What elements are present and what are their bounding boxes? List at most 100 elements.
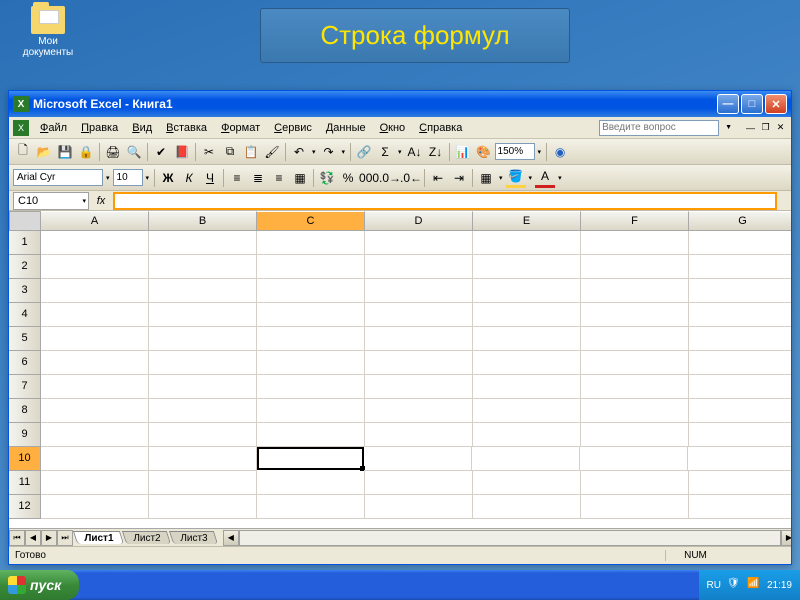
col-header-E[interactable]: E [473, 211, 581, 231]
help-icon[interactable]: ◉ [550, 142, 570, 162]
tab-nav-next-icon[interactable]: ▶ [41, 530, 57, 546]
cell-B11[interactable] [149, 471, 257, 495]
fill-color-icon[interactable]: 🪣 [506, 168, 526, 188]
sheet-tab-1[interactable]: Лист1 [73, 531, 124, 544]
cell-C9[interactable] [257, 423, 365, 447]
cell-G1[interactable] [689, 231, 791, 255]
sort-asc-icon[interactable]: A↓ [405, 142, 425, 162]
cell-E10[interactable] [472, 447, 580, 471]
merge-center-icon[interactable]: ▦ [290, 168, 310, 188]
menu-data[interactable]: Данные [319, 119, 373, 137]
cell-F9[interactable] [581, 423, 689, 447]
cell-F6[interactable] [581, 351, 689, 375]
increase-indent-icon[interactable]: ⇥ [449, 168, 469, 188]
doc-minimize-button[interactable]: ― [744, 122, 757, 134]
undo-dropdown[interactable]: ▾ [310, 148, 318, 156]
cell-E4[interactable] [473, 303, 581, 327]
col-header-C[interactable]: C [257, 211, 365, 231]
percent-icon[interactable]: % [338, 168, 358, 188]
borders-icon[interactable]: ▦ [476, 168, 496, 188]
zoom-box[interactable]: 150% [495, 143, 535, 160]
formula-input[interactable] [113, 192, 777, 210]
align-right-icon[interactable]: ≡ [269, 168, 289, 188]
cell-D2[interactable] [365, 255, 473, 279]
cell-D8[interactable] [365, 399, 473, 423]
spelling-icon[interactable]: ✔ [151, 142, 171, 162]
col-header-G[interactable]: G [689, 211, 791, 231]
cell-A12[interactable] [41, 495, 149, 519]
comma-icon[interactable]: 000 [359, 168, 379, 188]
menu-insert[interactable]: Вставка [159, 119, 214, 137]
align-left-icon[interactable]: ≡ [227, 168, 247, 188]
font-color-dropdown[interactable]: ▾ [556, 174, 564, 182]
titlebar[interactable]: X Microsoft Excel - Книга1 ― □ ✕ [9, 91, 791, 117]
row-header-1[interactable]: 1 [9, 231, 41, 255]
row-header-12[interactable]: 12 [9, 495, 41, 519]
cell-F7[interactable] [581, 375, 689, 399]
cell-E2[interactable] [473, 255, 581, 279]
col-header-F[interactable]: F [581, 211, 689, 231]
cell-D3[interactable] [365, 279, 473, 303]
format-painter-icon[interactable]: 🖌 [262, 142, 282, 162]
cell-G5[interactable] [689, 327, 791, 351]
cell-F10[interactable] [580, 447, 688, 471]
currency-icon[interactable]: 💱 [317, 168, 337, 188]
cell-E3[interactable] [473, 279, 581, 303]
sheet-tab-2[interactable]: Лист2 [122, 531, 172, 544]
col-header-D[interactable]: D [365, 211, 473, 231]
col-header-A[interactable]: A [41, 211, 149, 231]
print-icon[interactable]: 🖨 [103, 142, 123, 162]
row-header-2[interactable]: 2 [9, 255, 41, 279]
tray-network-icon[interactable]: 📶 [747, 578, 761, 592]
sheet-tab-3[interactable]: Лист3 [169, 531, 219, 544]
close-button[interactable]: ✕ [765, 94, 787, 114]
underline-icon[interactable]: Ч [200, 168, 220, 188]
cell-G7[interactable] [689, 375, 791, 399]
menu-help[interactable]: Справка [412, 119, 469, 137]
cell-E9[interactable] [473, 423, 581, 447]
cell-G2[interactable] [689, 255, 791, 279]
cell-D10[interactable] [364, 447, 472, 471]
cell-E1[interactable] [473, 231, 581, 255]
cell-E5[interactable] [473, 327, 581, 351]
drawing-icon[interactable]: 🎨 [474, 142, 494, 162]
cell-E7[interactable] [473, 375, 581, 399]
tab-nav-prev-icon[interactable]: ◀ [25, 530, 41, 546]
tray-clock[interactable]: 21:19 [767, 580, 792, 591]
menu-window[interactable]: Окно [373, 119, 413, 137]
tray-shield-icon[interactable]: 🛡 [727, 578, 741, 592]
cell-A5[interactable] [41, 327, 149, 351]
cell-A3[interactable] [41, 279, 149, 303]
desktop-icon-my-documents[interactable]: Мои документы [18, 6, 78, 58]
font-selector[interactable]: Arial Cyr [13, 169, 103, 186]
cell-A7[interactable] [41, 375, 149, 399]
cell-D4[interactable] [365, 303, 473, 327]
cell-E8[interactable] [473, 399, 581, 423]
document-icon[interactable]: X [13, 120, 29, 136]
cell-D1[interactable] [365, 231, 473, 255]
hyperlink-icon[interactable]: 🔗 [354, 142, 374, 162]
cell-F5[interactable] [581, 327, 689, 351]
cell-C8[interactable] [257, 399, 365, 423]
start-button[interactable]: пуск [0, 570, 79, 600]
hscroll-track[interactable] [239, 530, 781, 546]
borders-dropdown[interactable]: ▾ [497, 174, 505, 182]
fx-icon[interactable]: fx [89, 195, 113, 207]
cell-B7[interactable] [149, 375, 257, 399]
cell-C1[interactable] [257, 231, 365, 255]
decrease-decimal-icon[interactable]: .0← [401, 168, 421, 188]
minimize-button[interactable]: ― [717, 94, 739, 114]
cell-B2[interactable] [149, 255, 257, 279]
row-header-11[interactable]: 11 [9, 471, 41, 495]
cell-C3[interactable] [257, 279, 365, 303]
cell-C12[interactable] [257, 495, 365, 519]
cell-G8[interactable] [689, 399, 791, 423]
copy-icon[interactable]: ⧉ [220, 142, 240, 162]
cell-C6[interactable] [257, 351, 365, 375]
tab-nav-first-icon[interactable]: ⏮ [9, 530, 25, 546]
cell-F3[interactable] [581, 279, 689, 303]
cell-B6[interactable] [149, 351, 257, 375]
cell-A1[interactable] [41, 231, 149, 255]
doc-close-button[interactable]: ✕ [774, 122, 787, 134]
name-box[interactable]: C10▾ [13, 192, 89, 210]
